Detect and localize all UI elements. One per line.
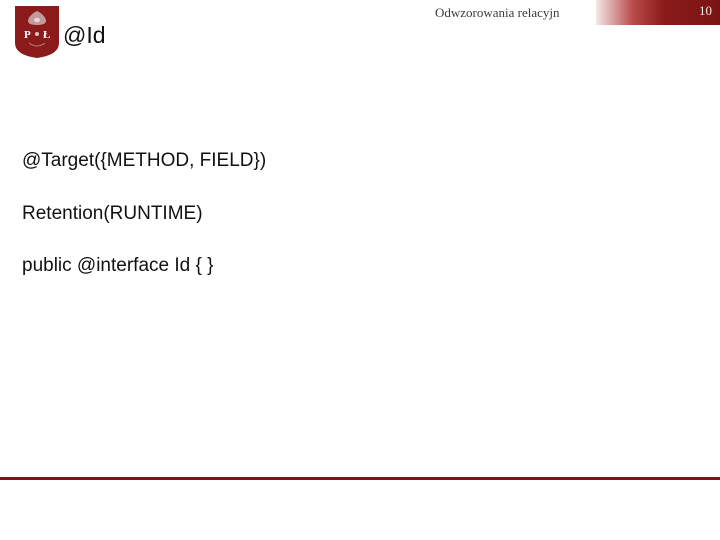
university-shield-logo: P Ł <box>14 5 60 59</box>
code-line: @Target({METHOD, FIELD}) <box>22 148 266 174</box>
code-line: Retention(RUNTIME) <box>22 201 266 227</box>
shield-icon: P Ł <box>14 5 60 59</box>
bottom-divider <box>0 477 720 480</box>
page-number: 10 <box>699 3 712 19</box>
header-topic-label: Odwzorowania relacyjn <box>435 5 560 21</box>
slide-title: @Id <box>63 22 106 49</box>
logo-letter-left: P <box>24 29 31 41</box>
header-accent-band: 10 <box>596 0 720 25</box>
code-line: public @interface Id { } <box>22 253 266 279</box>
slide-body: @Target({METHOD, FIELD}) Retention(RUNTI… <box>22 122 266 306</box>
logo-letter-right: Ł <box>43 29 50 41</box>
slide: Odwzorowania relacyjn 10 P Ł @Id @Target… <box>0 0 720 540</box>
